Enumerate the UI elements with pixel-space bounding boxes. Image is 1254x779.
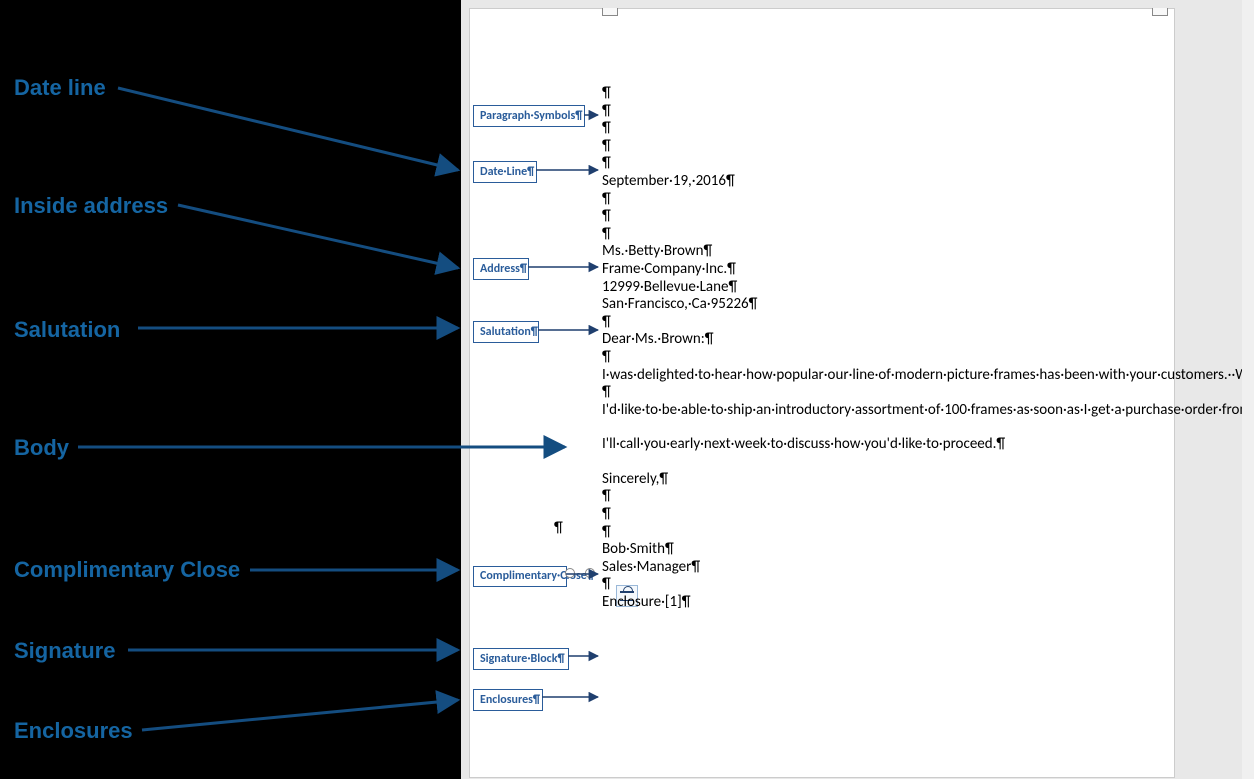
- label-complimentary-close: Complimentary Close: [14, 557, 240, 583]
- annotation-sidebar: Date line Inside address Salutation Body…: [0, 0, 461, 779]
- address-line: San·Francisco,·Ca·95226¶: [602, 296, 1162, 314]
- selection-handle[interactable]: [585, 568, 595, 578]
- document-area: Paragraph·Symbols¶ Date·Line¶ Address¶ S…: [461, 0, 1254, 779]
- pilcrow-mark: ¶: [602, 103, 1162, 121]
- enclosure-line: Enclosure·[1]¶: [602, 594, 1162, 612]
- label-signature: Signature: [14, 638, 115, 664]
- label-date-line: Date line: [14, 75, 106, 101]
- callout-date-line[interactable]: Date·Line¶: [473, 161, 537, 183]
- pilcrow-mark: ¶: [602, 384, 1162, 402]
- salutation-line: Dear·Ms.·Brown:¶: [602, 331, 1162, 349]
- pilcrow-mark: ¶: [602, 488, 1162, 506]
- pilcrow-mark: ¶: [602, 506, 1162, 524]
- pilcrow-mark: ¶: [602, 85, 1162, 103]
- address-line: 12999·Bellevue·Lane¶: [602, 279, 1162, 297]
- pilcrow-mark: ¶: [602, 155, 1162, 173]
- callout-enclosures[interactable]: Enclosures¶: [473, 689, 543, 711]
- callout-complimentary-close[interactable]: Complimentary·Close¶: [473, 566, 567, 587]
- selection-handle[interactable]: [565, 568, 575, 578]
- pilcrow-mark: ¶: [602, 314, 1162, 332]
- label-inside-address: Inside address: [14, 193, 168, 219]
- callout-salutation[interactable]: Salutation¶: [473, 321, 539, 343]
- pilcrow-mark: ¶: [602, 208, 1162, 226]
- callout-signature-block[interactable]: Signature·Block¶: [473, 648, 569, 670]
- margin-marker-left: [602, 8, 618, 16]
- page[interactable]: Paragraph·Symbols¶ Date·Line¶ Address¶ S…: [469, 8, 1175, 778]
- pilcrow-mark: ¶: [602, 191, 1162, 209]
- vertical-scrollbar[interactable]: [1242, 0, 1254, 779]
- margin-marker-right: [1152, 8, 1168, 16]
- date-line: September·19,·2016¶: [602, 173, 1162, 191]
- label-enclosures: Enclosures: [14, 718, 133, 744]
- pilcrow-mark: ¶: [602, 524, 1162, 542]
- complimentary-close-line: Sincerely,¶: [602, 471, 1162, 489]
- signature-line: Bob·Smith¶: [602, 541, 1162, 559]
- body-paragraph: I'd·like·to·be·able·to·ship·an·introduct…: [602, 402, 1162, 420]
- pilcrow-mark: ¶: [554, 519, 563, 537]
- pilcrow-mark: ¶: [602, 120, 1162, 138]
- body-paragraph: I'll·call·you·early·next·week·to·discuss…: [602, 436, 1162, 454]
- address-line: Ms.·Betty·Brown¶: [602, 243, 1162, 261]
- pilcrow-mark: ¶: [602, 349, 1162, 367]
- address-line: Frame·Company·Inc.¶: [602, 261, 1162, 279]
- label-body: Body: [14, 435, 69, 461]
- signature-line: Sales·Manager¶: [602, 559, 1162, 577]
- label-salutation: Salutation: [14, 317, 120, 343]
- pilcrow-mark: ¶: [602, 576, 1162, 594]
- body-paragraph: I·was·delighted·to·hear·how·popular·our·…: [602, 367, 1162, 385]
- pilcrow-mark: ¶: [602, 226, 1162, 244]
- callout-address[interactable]: Address¶: [473, 258, 529, 280]
- callout-paragraph-symbols[interactable]: Paragraph·Symbols¶: [473, 105, 585, 127]
- document-text[interactable]: ¶ ¶ ¶ ¶ ¶ September·19,·2016¶ ¶ ¶ ¶ Ms.·…: [602, 85, 1162, 612]
- pilcrow-mark: ¶: [602, 138, 1162, 156]
